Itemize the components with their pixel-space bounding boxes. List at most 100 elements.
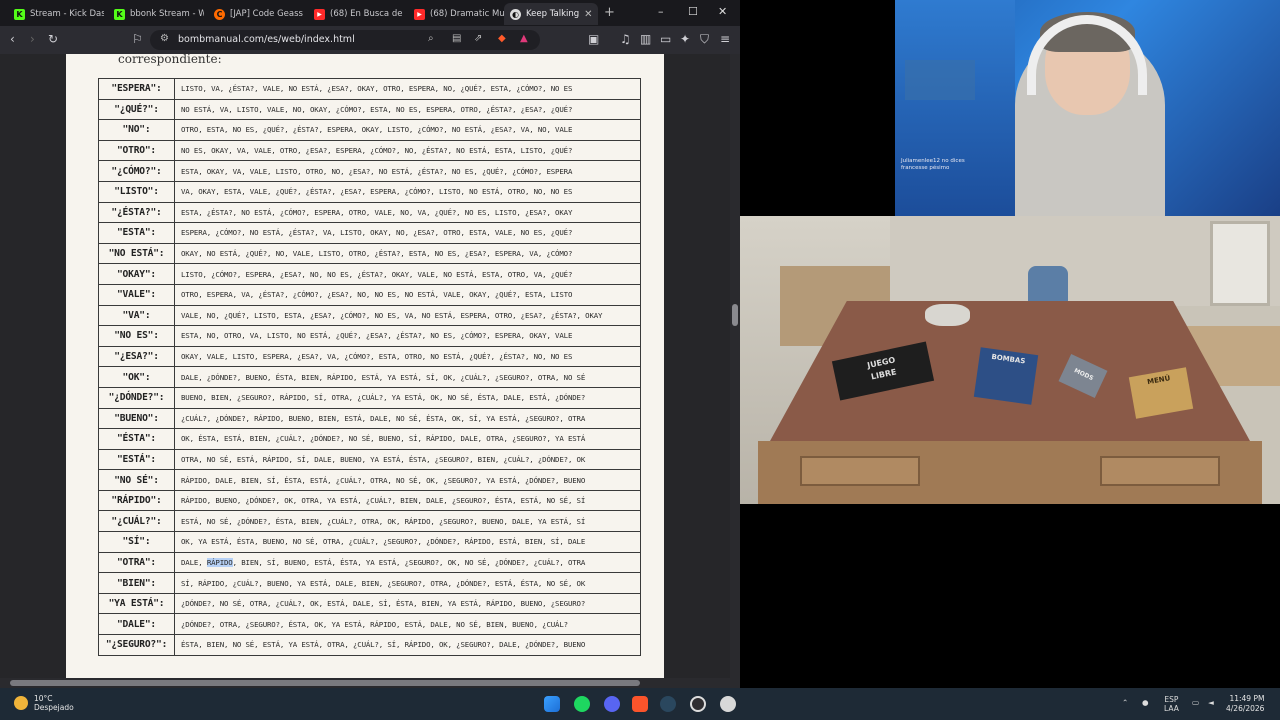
table-row: "NO ESTÁ": OKAY, NO ESTÁ, ¿QUÉ?, NO, VALE… bbox=[98, 242, 641, 265]
vpn-icon[interactable]: ⛉ bbox=[700, 32, 709, 47]
horizontal-scrollbar[interactable] bbox=[0, 678, 740, 688]
row-keyword: "¿ESA?": bbox=[98, 345, 175, 368]
table-row: "OKAY": LISTO, ¿CÓMO?, ESPERA, ¿ESA?, NO,… bbox=[98, 263, 641, 285]
row-keyword: "BIEN": bbox=[98, 572, 175, 594]
forward-icon[interactable]: › bbox=[30, 32, 35, 46]
zoom-icon[interactable]: ⌕ bbox=[428, 33, 434, 44]
back-icon[interactable]: ‹ bbox=[10, 32, 15, 46]
bomb-icon: ◐ bbox=[510, 8, 521, 20]
row-word-list: BUENO, BIEN, ¿SEGURO?, RÁPIDO, SÍ, OTRA,… bbox=[174, 386, 641, 409]
word-list-start: DALE, bbox=[181, 557, 207, 567]
row-keyword: "¿SEGURO?": bbox=[98, 634, 175, 656]
table-row: "NO": OTRO, ESTA, NO ES, ¿QUÉ?, ¿ÉSTA?, E… bbox=[98, 119, 641, 141]
discord-icon[interactable] bbox=[604, 696, 620, 712]
row-word-list: ¿DÓNDE?, OTRA, ¿SEGURO?, ÉSTA, OK, YA ES… bbox=[174, 613, 641, 636]
volume-icon[interactable]: ◄ bbox=[1208, 698, 1214, 707]
minimize-button[interactable]: – bbox=[658, 5, 664, 18]
split-view-icon[interactable]: ▥ bbox=[640, 32, 651, 46]
table-row: "OTRO": NO ES, OKAY, VA, VALE, OTRO, ¿ESA… bbox=[98, 139, 641, 162]
tab-kick-stream-2[interactable]: K bbonk Stream - W bbox=[108, 3, 204, 25]
tab-kick-stream-1[interactable]: K Stream - Kick Dash bbox=[8, 3, 104, 25]
row-word-list: DALE, RÁPIDO, BIEN, SÍ, BUENO, ESTÁ, ÉST… bbox=[174, 551, 641, 574]
row-word-list: VA, OKAY, ESTA, VALE, ¿QUÉ?, ¿ÉSTA?, ¿ES… bbox=[174, 180, 641, 203]
tab-title: [JAP] Code Geass bbox=[230, 9, 303, 19]
address-bar[interactable]: ⚙ bombmanual.com/es/web/index.html ⌕ ▤ ⇗… bbox=[150, 30, 540, 50]
row-keyword: "OTRA": bbox=[98, 551, 175, 574]
brave-shields-icon[interactable]: ◆ bbox=[498, 33, 506, 44]
row-keyword: "YA ESTÁ": bbox=[98, 592, 175, 615]
horizontal-scroll-thumb[interactable] bbox=[10, 680, 640, 686]
row-word-list: NO ESTÁ, VA, LISTO, VALE, NO, OKAY, ¿CÓM… bbox=[174, 98, 641, 121]
highlighted-word: RÁPIDO bbox=[206, 557, 233, 567]
row-keyword: "NO ES": bbox=[98, 325, 175, 347]
caption-line-1: Juliamenlee12 no dices bbox=[901, 158, 965, 164]
microphone-icon[interactable]: ● bbox=[1142, 698, 1149, 707]
row-word-list: SÍ, RÁPIDO, ¿CUÁL?, BUENO, YA ESTÁ, DALE… bbox=[174, 572, 641, 594]
close-window-button[interactable]: ✕ bbox=[718, 5, 727, 18]
desk-drawer-right bbox=[1100, 456, 1220, 486]
steam-icon[interactable] bbox=[660, 696, 676, 712]
bookmark-icon[interactable]: ⚐ bbox=[132, 32, 143, 46]
reader-mode-icon[interactable]: ▤ bbox=[452, 33, 461, 44]
system-clock[interactable]: 11:49 PM 4/26/2026 bbox=[1226, 694, 1264, 714]
spotify-icon[interactable] bbox=[574, 696, 590, 712]
table-row: "ESTÁ": OTRA, NO SÉ, ESTÁ, RÁPIDO, SÍ, DA… bbox=[98, 448, 641, 471]
tab-title: (68) Dramatic Mu bbox=[430, 9, 504, 19]
game-skull-icon[interactable] bbox=[720, 696, 736, 712]
tab-youtube-1[interactable]: ▶ (68) En Busca de l bbox=[308, 3, 404, 25]
tab-youtube-2[interactable]: ▶ (68) Dramatic Mu bbox=[408, 3, 504, 25]
table-row: "DALE": ¿DÓNDE?, OTRA, ¿SEGURO?, ÉSTA, OK… bbox=[98, 613, 641, 636]
sidebar-toggle-icon[interactable]: ▣ bbox=[588, 32, 599, 46]
row-keyword: "DALE": bbox=[98, 613, 175, 636]
clock-time: 11:49 PM bbox=[1229, 694, 1265, 703]
table-row: "ESTA": ESPERA, ¿CÓMO?, NO ESTÁ, ¿ÉSTA?, … bbox=[98, 222, 641, 244]
clock-date: 4/26/2026 bbox=[1226, 704, 1265, 713]
tab-keep-talking[interactable]: ◐ Keep Talking ✕ bbox=[504, 3, 598, 25]
row-keyword: "¿ÉSTA?": bbox=[98, 201, 175, 224]
media-icon[interactable]: ♫ bbox=[620, 32, 631, 46]
maximize-button[interactable]: ☐ bbox=[688, 5, 698, 18]
row-word-list: NO ES, OKAY, VA, VALE, OTRO, ¿ESA?, ESPE… bbox=[174, 139, 641, 162]
row-keyword: "ESPERA": bbox=[98, 78, 175, 100]
site-info-icon[interactable]: ⚙ bbox=[160, 33, 169, 44]
temperature: 10°C bbox=[34, 694, 53, 703]
alarm-clock[interactable] bbox=[925, 304, 970, 326]
windows-start-icon[interactable] bbox=[544, 696, 560, 712]
menu-icon[interactable]: ≡ bbox=[720, 32, 730, 46]
youtube-icon: ▶ bbox=[414, 8, 425, 20]
network-icon[interactable]: ▭ bbox=[1192, 698, 1199, 707]
tab-title: (68) En Busca de l bbox=[330, 9, 404, 19]
brave-icon[interactable] bbox=[632, 696, 648, 712]
wallet-icon[interactable]: ▭ bbox=[660, 32, 671, 46]
row-keyword: "ESTÁ": bbox=[98, 448, 175, 471]
row-word-list: OTRA, NO SÉ, ESTÁ, RÁPIDO, SÍ, DALE, BUE… bbox=[174, 448, 641, 471]
table-row: "BIEN": SÍ, RÁPIDO, ¿CUÁL?, BUENO, YA EST… bbox=[98, 572, 641, 594]
vertical-scrollbar[interactable] bbox=[730, 54, 740, 680]
new-tab-button[interactable]: + bbox=[604, 5, 615, 20]
language-indicator[interactable]: ESP LAA bbox=[1164, 695, 1179, 713]
bombs-binder[interactable]: BOMBAS bbox=[973, 347, 1039, 405]
row-word-list: OTRO, ESPERA, VA, ¿ÉSTA?, ¿CÓMO?, ¿ESA?,… bbox=[174, 283, 641, 306]
brave-rewards-icon[interactable]: ▲ bbox=[520, 33, 528, 44]
row-keyword: "LISTO": bbox=[98, 180, 175, 203]
webcam-overlay: Juliamenlee12 no dices francesse pésimo bbox=[895, 0, 1280, 216]
row-keyword: "ÉSTA": bbox=[98, 428, 175, 450]
bombs-label: BOMBAS bbox=[990, 352, 1026, 366]
table-row: "OTRA": DALE, RÁPIDO, BIEN, SÍ, BUENO, ES… bbox=[98, 551, 641, 574]
row-word-list: ESTA, OKAY, VA, VALE, LISTO, OTRO, NO, ¿… bbox=[174, 160, 641, 182]
reload-icon[interactable]: ↻ bbox=[48, 32, 58, 46]
obs-icon[interactable] bbox=[690, 696, 706, 712]
table-row: "¿DÓNDE?": BUENO, BIEN, ¿SEGURO?, RÁPIDO,… bbox=[98, 386, 641, 409]
row-word-list: ESTÁ, NO SÉ, ¿DÓNDE?, ÉSTA, BIEN, ¿CUÁL?… bbox=[174, 510, 641, 533]
close-tab-icon[interactable]: ✕ bbox=[584, 9, 592, 20]
scroll-thumb[interactable] bbox=[732, 304, 738, 326]
share-icon[interactable]: ⇗ bbox=[474, 33, 482, 44]
row-word-list: LISTO, ¿CÓMO?, ESPERA, ¿ESA?, NO, NO ES,… bbox=[174, 263, 641, 285]
tab-code-geass[interactable]: C [JAP] Code Geass bbox=[208, 3, 304, 25]
weather-widget[interactable]: 10°C Despejado bbox=[14, 694, 74, 712]
tray-overflow-icon[interactable]: ⌃ bbox=[1122, 698, 1128, 707]
ai-assistant-icon[interactable]: ✦ bbox=[680, 32, 690, 46]
row-keyword: "NO SÉ": bbox=[98, 469, 175, 491]
table-row: "BUENO": ¿CUÁL?, ¿DÓNDE?, RÁPIDO, BUENO, … bbox=[98, 407, 641, 430]
row-keyword: "¿DÓNDE?": bbox=[98, 386, 175, 409]
